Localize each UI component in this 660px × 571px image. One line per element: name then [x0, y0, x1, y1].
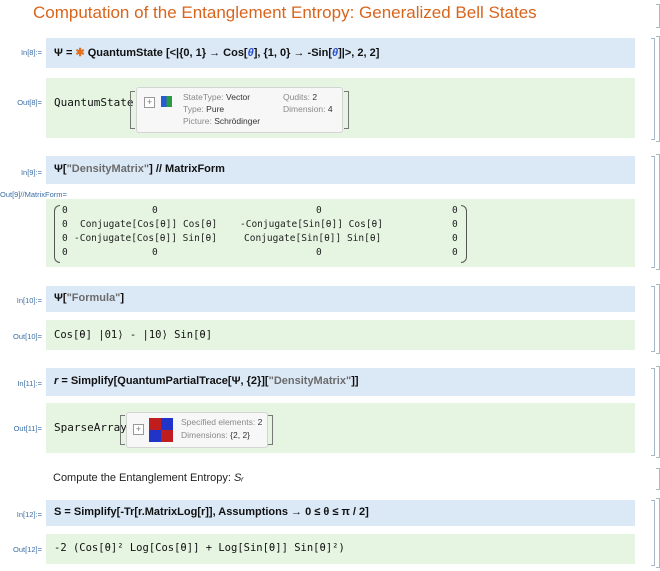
- output-cell: SparseArray + Specified elements: 2 Dime…: [46, 403, 635, 453]
- matrix-cell: 0: [452, 205, 458, 216]
- group-bracket[interactable]: [656, 36, 660, 142]
- cell-bracket[interactable]: [651, 368, 655, 456]
- statetype-field: StateType: Vector: [183, 92, 251, 102]
- output-cell: Cos[θ] |01⟩ - |10⟩ Sin[θ]: [46, 320, 635, 350]
- bloch-matrix-icon: [161, 96, 172, 107]
- matrix-cell: 0: [152, 205, 158, 216]
- input-cell[interactable]: Ψ["Formula"]: [46, 286, 635, 312]
- type-field: Type: Pure: [183, 104, 225, 114]
- quantum-state-icon: ✱: [75, 47, 85, 59]
- output-label: Out[9]//MatrixForm=: [0, 190, 67, 199]
- matrix-cell: 0: [316, 247, 322, 258]
- code-text: ]|>, 2, 2]: [338, 47, 380, 59]
- matrix-cell: -Conjugate[Sin[θ]] Cos[θ]: [240, 219, 383, 230]
- summary-box: + Specified elements: 2 Dimensions: {2, …: [126, 412, 268, 448]
- output-label: Out[8]=: [17, 98, 42, 107]
- input-cell[interactable]: Ψ["DensityMatrix"] // MatrixForm: [46, 156, 635, 184]
- code-text: ], {1, 0} → -Sin[: [253, 47, 332, 59]
- input-cell[interactable]: S = Simplify[-Tr[r.MatrixLog[r]], Assump…: [46, 500, 635, 526]
- matrix-cell: Conjugate[Sin[θ]] Sin[θ]: [244, 233, 382, 244]
- formula-output: Cos[θ] |01⟩ - |10⟩ Sin[θ]: [54, 329, 213, 341]
- input-label: In[10]:=: [16, 296, 42, 305]
- code-text: Ψ[: [54, 163, 67, 175]
- cell-bracket[interactable]: [651, 500, 655, 566]
- matrix-cell: 0: [62, 233, 68, 244]
- matrix-cell: 0: [152, 247, 158, 258]
- input-code[interactable]: r = Simplify[QuantumPartialTrace[Ψ, {2}]…: [54, 375, 359, 387]
- code-text: ] // MatrixForm: [149, 163, 225, 175]
- matrix-cell: 0: [316, 205, 322, 216]
- dimensions-field: Dimensions: {2, 2}: [181, 430, 251, 440]
- text-content: Compute the Entanglement Entropy:: [53, 472, 234, 484]
- code-string: "DensityMatrix": [268, 375, 352, 387]
- code-text: Ψ =: [54, 47, 76, 59]
- formula-output: -2 (Cos[θ]² Log[Cos[θ]] + Log[Sin[θ]] Si…: [54, 542, 345, 554]
- output-label: Out[10]=: [13, 332, 42, 341]
- input-code[interactable]: S = Simplify[-Tr[r.MatrixLog[r]], Assump…: [54, 506, 369, 518]
- matrix-cell: 0: [452, 247, 458, 258]
- sparse-matrix-icon: [149, 418, 173, 442]
- output-cell: -2 (Cos[θ]² Log[Cos[θ]] + Log[Sin[θ]] Si…: [46, 534, 635, 564]
- dimension-field: Dimension: 4: [283, 104, 333, 114]
- input-cell[interactable]: r = Simplify[QuantumPartialTrace[Ψ, {2}]…: [46, 368, 635, 396]
- cell-bracket[interactable]: [656, 4, 660, 28]
- expand-plus-icon[interactable]: +: [144, 97, 155, 108]
- cell-bracket[interactable]: [651, 286, 655, 352]
- output-label: Out[11]=: [13, 424, 42, 433]
- matrix-cell: 0: [62, 219, 68, 230]
- matrix-cell: -Conjugate[Cos[θ]] Sin[θ]: [74, 233, 217, 244]
- summary-box: + StateType: Vector Type: Pure Picture: …: [136, 87, 343, 133]
- picture-field: Picture: Schrödinger: [183, 116, 261, 126]
- group-bracket[interactable]: [656, 284, 660, 354]
- input-label: In[9]:=: [20, 168, 42, 177]
- code-text: ]: [120, 292, 125, 304]
- code-text: ]]: [351, 375, 359, 387]
- section-title: Computation of the Entanglement Entropy:…: [33, 3, 537, 22]
- cell-bracket[interactable]: [651, 156, 655, 268]
- entropy-symbol: Sᵣ: [234, 472, 244, 484]
- input-code[interactable]: Ψ = ✱ QuantumState [<|{0, 1} → Cos[θ], {…: [54, 46, 379, 59]
- group-bracket[interactable]: [656, 154, 660, 270]
- code-func: QuantumState: [87, 47, 163, 59]
- input-cell[interactable]: Ψ = ✱ QuantumState [<|{0, 1} → Cos[θ], {…: [46, 38, 635, 68]
- code-string: "DensityMatrix": [66, 163, 150, 175]
- group-bracket[interactable]: [656, 498, 660, 568]
- cell-bracket[interactable]: [651, 38, 655, 140]
- output-head: SparseArray: [54, 421, 127, 434]
- code-text: [<|{0, 1} → Cos[: [165, 47, 248, 59]
- input-label: In[8]:=: [20, 48, 42, 57]
- matrix-cell: 0: [62, 205, 68, 216]
- qudits-field: Qudits: 2: [283, 92, 318, 102]
- expand-plus-icon[interactable]: +: [133, 424, 144, 435]
- cell-bracket[interactable]: [656, 468, 660, 490]
- text-cell: Compute the Entanglement Entropy: Sᵣ: [53, 472, 243, 484]
- matrix-cell: Conjugate[Cos[θ]] Cos[θ]: [80, 219, 218, 230]
- output-label: Out[12]=: [13, 545, 42, 554]
- matrix-cell: 0: [62, 247, 68, 258]
- output-cell: QuantumState + StateType: Vector Type: P…: [46, 78, 635, 138]
- code-text: Ψ[: [54, 292, 67, 304]
- code-text: = Simplify[QuantumPartialTrace[Ψ, {2}][: [58, 375, 269, 387]
- input-code[interactable]: Ψ["DensityMatrix"] // MatrixForm: [54, 163, 225, 175]
- matrix-cell: 0: [452, 219, 458, 230]
- input-label: In[12]:=: [16, 510, 42, 519]
- input-label: In[11]:=: [17, 379, 42, 388]
- output-cell: 0 0 0 0 0 Conjugate[Cos[θ]] Cos[θ] -Conj…: [46, 199, 635, 267]
- code-string: "Formula": [66, 292, 121, 304]
- input-code[interactable]: Ψ["Formula"]: [54, 292, 124, 304]
- group-bracket[interactable]: [656, 366, 660, 458]
- output-head: QuantumState: [54, 96, 134, 109]
- specified-elements-field: Specified elements: 2: [181, 417, 263, 427]
- matrix-cell: 0: [452, 233, 458, 244]
